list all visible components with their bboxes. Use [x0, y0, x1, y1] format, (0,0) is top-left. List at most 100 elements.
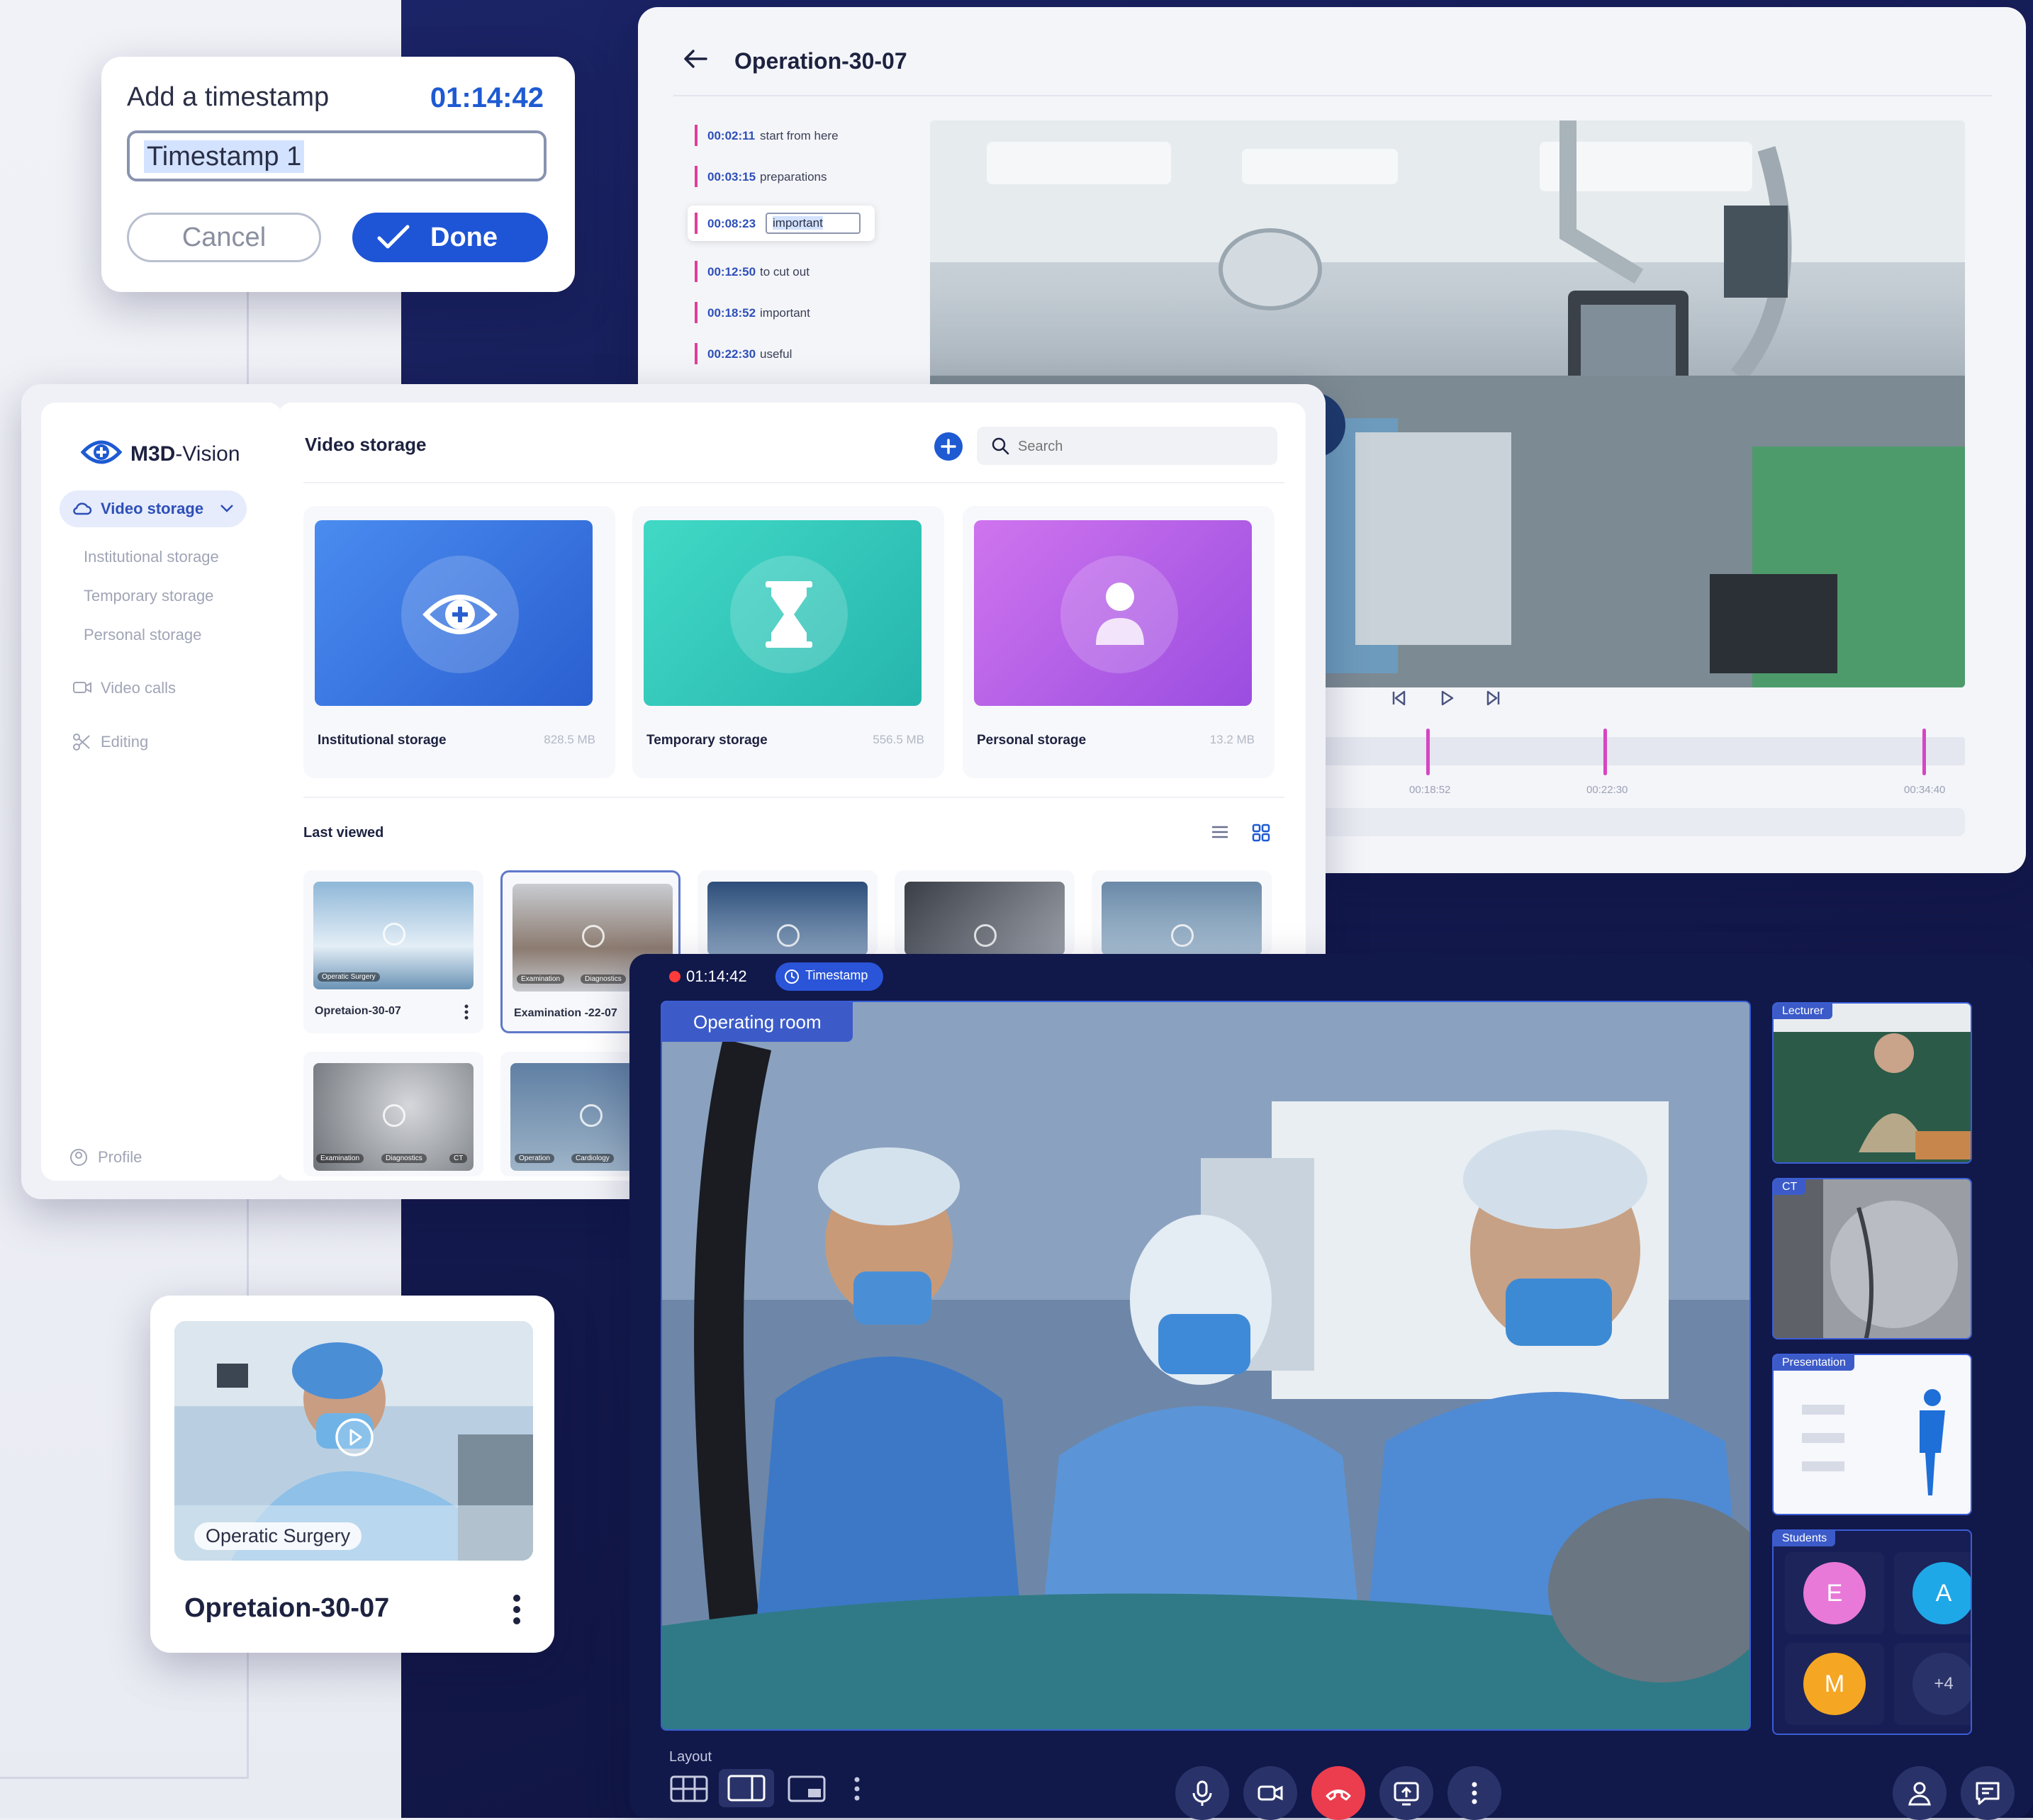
divider — [673, 95, 1992, 96]
student-tile[interactable]: M — [1785, 1643, 1884, 1725]
video-camera-icon — [1258, 1785, 1283, 1801]
lecturer-tile[interactable]: Lecturer — [1772, 1002, 1972, 1164]
video-item[interactable] — [698, 870, 878, 955]
done-button[interactable]: Done — [352, 213, 548, 262]
pip-layout-icon[interactable] — [787, 1775, 827, 1803]
microphone-button[interactable] — [1175, 1766, 1229, 1820]
timestamp-item[interactable]: 00:03:15 preparations — [695, 162, 879, 203]
video-label: Operating room — [662, 1002, 853, 1042]
timeline-marker[interactable] — [1426, 729, 1430, 775]
speaker-layout-button[interactable] — [719, 1769, 774, 1807]
decor-line — [0, 1777, 249, 1779]
timestamp-item[interactable]: 00:02:11 start from here — [695, 120, 879, 162]
chat-icon — [1976, 1782, 2000, 1805]
search-icon — [992, 437, 1009, 455]
grid-layout-icon[interactable] — [669, 1775, 709, 1803]
timestamp-item[interactable]: 00:22:30 useful — [695, 339, 879, 380]
marker-label: 00:22:30 — [1586, 784, 1628, 796]
list-view-icon[interactable] — [1211, 824, 1229, 841]
sidebar-item-personal[interactable]: Personal storage — [84, 626, 201, 644]
sidebar-item-temporary[interactable]: Temporary storage — [84, 587, 213, 605]
card-thumbnail — [644, 520, 922, 706]
video-thumbnail — [707, 882, 868, 955]
more-students-tile[interactable]: +4 — [1894, 1643, 1971, 1725]
add-timestamp-dialog: Add a timestamp 01:14:42 Timestamp 1 Can… — [101, 57, 575, 292]
marker-label: 00:18:52 — [1409, 784, 1451, 796]
share-screen-icon — [1394, 1782, 1419, 1806]
sidebar-item-institutional[interactable]: Institutional storage — [84, 548, 219, 566]
skip-forward-icon[interactable] — [1484, 689, 1503, 707]
play-icon[interactable] — [335, 1417, 374, 1457]
timestamp-label-input[interactable]: important — [766, 213, 861, 234]
operation-title: Operation-30-07 — [734, 48, 907, 74]
timestamp-button[interactable]: Timestamp — [775, 962, 883, 991]
dialog-title: Add a timestamp — [127, 82, 330, 112]
more-options-button[interactable] — [1447, 1766, 1501, 1820]
more-vertical-icon — [1472, 1782, 1477, 1804]
participants-button[interactable] — [1893, 1766, 1947, 1820]
recording-time: 01:14:42 — [686, 967, 747, 985]
skip-back-icon[interactable] — [1389, 689, 1408, 707]
card-thumbnail — [974, 520, 1252, 706]
recording-indicator — [669, 971, 681, 982]
main-video-feed[interactable]: Operating room — [661, 1001, 1751, 1731]
card-thumbnail — [315, 520, 593, 706]
category-tag: Operatic Surgery — [194, 1522, 362, 1550]
video-call-window: 01:14:42 Timestamp Operating room Lectur… — [629, 954, 2033, 1820]
avatar: A — [1912, 1562, 1971, 1624]
student-tile[interactable]: E — [1785, 1552, 1884, 1634]
section-title: Last viewed — [303, 825, 384, 841]
timestamp-item[interactable]: 00:18:52 important — [695, 298, 879, 339]
grid-view-icon[interactable] — [1252, 824, 1270, 842]
divider — [303, 797, 1284, 798]
video-item[interactable] — [895, 870, 1075, 955]
video-item[interactable] — [1092, 870, 1272, 955]
sidebar-layout-icon — [727, 1775, 766, 1802]
end-call-button[interactable] — [1311, 1766, 1365, 1820]
presentation-tile[interactable]: Presentation — [1772, 1354, 1972, 1515]
video-title: Opretaion-30-07 — [184, 1593, 390, 1623]
divider — [303, 482, 1284, 483]
ct-tile[interactable]: CT — [1772, 1178, 1972, 1339]
add-button[interactable] — [934, 432, 963, 461]
timeline-marker[interactable] — [1922, 729, 1926, 775]
camera-button[interactable] — [1243, 1766, 1297, 1820]
student-tile[interactable]: A — [1894, 1552, 1971, 1634]
more-vertical-icon[interactable] — [512, 1593, 522, 1626]
timestamp-list: 00:02:11 start from here 00:03:15 prepar… — [688, 120, 879, 380]
video-thumbnail — [905, 882, 1065, 955]
timestamp-item[interactable]: 00:12:50 to cut out — [695, 257, 879, 298]
storage-card-institutional[interactable]: Institutional storage 828.5 MB — [303, 506, 615, 778]
cancel-button[interactable]: Cancel — [127, 213, 321, 262]
chat-button[interactable] — [1961, 1766, 2015, 1820]
search-box — [977, 427, 1277, 465]
microphone-icon — [1192, 1780, 1212, 1806]
eye-medical-icon — [422, 595, 498, 634]
video-thumbnail[interactable]: Operatic Surgery — [174, 1321, 533, 1561]
presentation-slide — [1774, 1355, 1971, 1514]
storage-card-temporary[interactable]: Temporary storage 556.5 MB — [632, 506, 944, 778]
video-item[interactable]: Operatic Surgery Opretaion-30-07 — [303, 870, 483, 1033]
layout-label: Layout — [669, 1749, 712, 1765]
search-input[interactable] — [1016, 435, 1260, 458]
surgeons-scene — [662, 1002, 1749, 1729]
play-icon[interactable] — [1438, 689, 1456, 707]
video-thumbnail — [1102, 882, 1262, 955]
participants-icon — [1908, 1782, 1931, 1806]
back-arrow-icon[interactable] — [683, 48, 707, 69]
sidebar-item-video-storage[interactable]: Video storage — [60, 490, 247, 527]
students-tile: Students E A M +4 — [1772, 1529, 1972, 1735]
check-icon — [377, 225, 410, 249]
avatar: M — [1803, 1653, 1866, 1715]
more-vertical-icon[interactable] — [853, 1776, 861, 1802]
storage-card-personal[interactable]: Personal storage 13.2 MB — [963, 506, 1275, 778]
video-item[interactable]: Examination Diagnostics CT — [303, 1052, 483, 1176]
share-screen-button[interactable] — [1379, 1766, 1433, 1820]
lecturer-video — [1774, 1004, 1971, 1162]
timeline-marker[interactable] — [1603, 729, 1607, 775]
clock-icon — [785, 970, 799, 984]
person-icon — [1096, 583, 1144, 645]
video-card[interactable]: Operatic Surgery Opretaion-30-07 — [150, 1296, 554, 1653]
timestamp-item-editing[interactable]: 00:08:23 important — [688, 206, 879, 262]
more-vertical-icon[interactable] — [464, 1004, 469, 1021]
